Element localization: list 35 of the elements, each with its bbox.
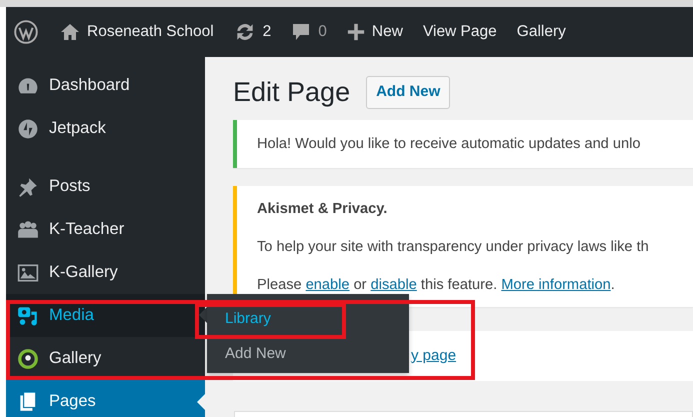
lightning-icon: [17, 118, 39, 140]
sidebar-item[interactable]: K-Teacher: [6, 208, 205, 251]
view-page-link[interactable]: y page: [411, 344, 456, 368]
pin-icon: [17, 176, 39, 198]
toolbar-link[interactable]: View Page: [412, 7, 507, 57]
site-name-link[interactable]: Roseneath School: [50, 7, 224, 57]
toolbar-link[interactable]: Gallery: [506, 7, 576, 57]
notice-text: To help your site with transparency under privacy laws like th: [257, 238, 650, 258]
ring-icon: [17, 348, 39, 370]
media-icon: [17, 304, 39, 326]
comments-link[interactable]: 0: [281, 7, 337, 57]
page-title: Edit Page: [233, 76, 350, 108]
comment-icon: [291, 22, 312, 42]
sidebar-item[interactable]: Posts: [6, 165, 205, 208]
plus-icon: [346, 23, 365, 41]
notice-link[interactable]: disable: [370, 277, 417, 294]
notice-text: Please enable or disable this feature. More information.: [257, 276, 616, 296]
home-icon: [60, 22, 80, 42]
wordpress-logo-icon: [14, 20, 38, 44]
sidebar-item[interactable]: Pages: [6, 380, 205, 417]
sidebar-item[interactable]: K-Gallery: [6, 251, 205, 294]
sidebar-item[interactable]: Jetpack: [6, 107, 205, 150]
add-new-button[interactable]: Add New: [366, 76, 450, 108]
people-icon: [17, 218, 39, 240]
submenu-item[interactable]: Library: [225, 310, 271, 328]
sidebar-item[interactable]: Gallery: [6, 337, 205, 380]
new-link[interactable]: New: [336, 7, 413, 57]
submenu-item[interactable]: Add New: [225, 345, 286, 363]
updates-link[interactable]: 2: [224, 7, 282, 57]
image-icon: [17, 262, 39, 284]
notice-title: Akismet & Privacy.: [257, 200, 388, 220]
sidebar-item[interactable]: Dashboard: [6, 64, 205, 107]
notice-link[interactable]: enable: [306, 277, 350, 294]
notice-text: Hola! Would you like to receive automatic updates and unlo: [257, 134, 642, 154]
notice-link[interactable]: More information: [501, 277, 611, 294]
